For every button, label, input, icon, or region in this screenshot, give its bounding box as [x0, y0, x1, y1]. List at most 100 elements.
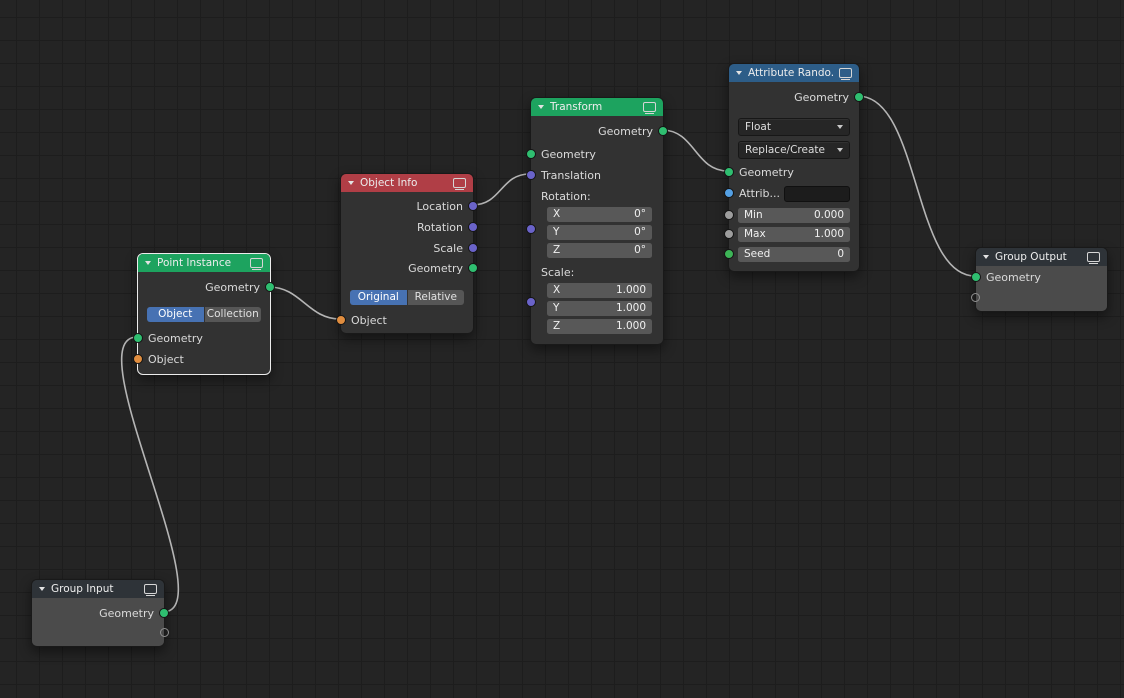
socket-scale-input[interactable]	[526, 297, 536, 307]
display-toggle-icon[interactable]	[453, 178, 466, 188]
socket-attribute-input[interactable]	[724, 188, 734, 198]
max-label: Max	[744, 229, 766, 240]
node-header-attribute-randomize[interactable]: Attribute Rando...	[729, 64, 859, 82]
node-header-group-output[interactable]: Group Output	[976, 248, 1107, 266]
attribute-name-input[interactable]	[784, 186, 850, 202]
seed-field[interactable]: Seed 0	[738, 247, 850, 262]
collection-toggle-button[interactable]: Collection	[205, 307, 262, 322]
node-editor-canvas[interactable]: Group Input Geometry Point Instance Geom…	[0, 0, 1124, 698]
max-field[interactable]: Max 1.000	[738, 227, 850, 242]
display-toggle-icon[interactable]	[144, 584, 157, 594]
axis-label: Z	[553, 321, 560, 332]
socket-min-input[interactable]	[724, 210, 734, 220]
input-label-geometry: Geometry	[986, 272, 1041, 283]
node-group-output[interactable]: Group Output Geometry	[975, 247, 1108, 312]
input-row-geometry: Geometry	[148, 331, 260, 345]
display-toggle-icon[interactable]	[250, 258, 263, 268]
input-row-geometry: Geometry	[739, 165, 849, 179]
output-label-rotation: Rotation	[417, 222, 463, 233]
socket-rotation-output[interactable]	[468, 222, 478, 232]
relative-toggle-button[interactable]: Relative	[408, 290, 465, 305]
display-toggle-icon[interactable]	[1087, 252, 1100, 262]
socket-location-output[interactable]	[468, 201, 478, 211]
socket-scale-output[interactable]	[468, 243, 478, 253]
scale-x-field[interactable]: X 1.000	[547, 283, 652, 298]
seed-value: 0	[837, 249, 844, 260]
socket-translation-input[interactable]	[526, 170, 536, 180]
socket-geometry-output[interactable]	[854, 92, 864, 102]
socket-geometry-input[interactable]	[133, 333, 143, 343]
collapse-icon[interactable]	[145, 261, 151, 265]
dropdown-value: Float	[745, 122, 771, 133]
rotation-x-field[interactable]: X 0°	[547, 207, 652, 222]
socket-rotation-input[interactable]	[526, 224, 536, 234]
min-field[interactable]: Min 0.000	[738, 208, 850, 223]
output-label-geometry: Geometry	[408, 263, 463, 274]
socket-object-input[interactable]	[336, 315, 346, 325]
socket-geometry-input[interactable]	[526, 149, 536, 159]
collapse-icon[interactable]	[736, 71, 742, 75]
input-label-geometry: Geometry	[739, 167, 794, 178]
socket-geometry-output[interactable]	[658, 126, 668, 136]
node-object-info[interactable]: Object Info Location Rotation Scale Geom…	[340, 173, 474, 334]
node-header-group-input[interactable]: Group Input	[32, 580, 164, 598]
wire-pointinstance-to-objectinfo-object	[269, 287, 340, 319]
socket-geometry-input[interactable]	[724, 167, 734, 177]
socket-virtual-output[interactable]	[160, 628, 169, 637]
rotation-z-field[interactable]: Z 0°	[547, 243, 652, 258]
wire-groupinput-to-pointinstance	[122, 337, 179, 612]
wire-objectinfo-location-to-transform-translation	[472, 174, 530, 205]
socket-geometry-output[interactable]	[159, 608, 169, 618]
rotation-y-value: 0°	[634, 227, 646, 238]
axis-label: X	[553, 285, 560, 296]
axis-label: X	[553, 209, 560, 220]
collapse-icon[interactable]	[348, 181, 354, 185]
socket-max-input[interactable]	[724, 229, 734, 239]
object-toggle-button[interactable]: Object	[147, 307, 204, 322]
wire-attribute-to-groupoutput-geometry	[858, 96, 975, 276]
collapse-icon[interactable]	[983, 255, 989, 259]
axis-label: Y	[553, 227, 559, 238]
node-header-point-instance[interactable]: Point Instance	[138, 254, 270, 272]
input-row-geometry: Geometry	[986, 270, 1097, 284]
rotation-y-field[interactable]: Y 0°	[547, 225, 652, 240]
instance-type-toggle: Object Collection	[147, 307, 261, 322]
collapse-icon[interactable]	[538, 105, 544, 109]
data-type-dropdown[interactable]: Float	[738, 118, 850, 136]
node-header-transform[interactable]: Transform	[531, 98, 663, 116]
node-title: Object Info	[360, 178, 417, 189]
scale-x-value: 1.000	[616, 285, 646, 296]
output-label-geometry: Geometry	[794, 92, 849, 103]
display-toggle-icon[interactable]	[643, 102, 656, 112]
scale-y-field[interactable]: Y 1.000	[547, 301, 652, 316]
output-row-geometry: Geometry	[148, 280, 260, 294]
output-row-geometry: Geometry	[351, 261, 463, 275]
display-toggle-icon[interactable]	[839, 68, 852, 78]
socket-virtual-input[interactable]	[971, 293, 980, 302]
node-header-object-info[interactable]: Object Info	[341, 174, 473, 192]
socket-geometry-output[interactable]	[265, 282, 275, 292]
scale-z-field[interactable]: Z 1.000	[547, 319, 652, 334]
output-row-rotation: Rotation	[351, 220, 463, 234]
node-group-input[interactable]: Group Input Geometry	[31, 579, 165, 647]
rotation-x-value: 0°	[634, 209, 646, 220]
scale-section-label: Scale:	[541, 265, 574, 279]
node-title: Point Instance	[157, 258, 231, 269]
socket-geometry-output[interactable]	[468, 263, 478, 273]
max-value: 1.000	[814, 229, 844, 240]
node-point-instance[interactable]: Point Instance Geometry Object Collectio…	[137, 253, 271, 375]
output-label-geometry: Geometry	[99, 608, 154, 619]
node-attribute-randomize[interactable]: Attribute Rando... Geometry Float Replac…	[728, 63, 860, 272]
scale-z-value: 1.000	[616, 321, 646, 332]
output-row-geometry: Geometry	[42, 606, 154, 620]
socket-geometry-input[interactable]	[971, 272, 981, 282]
output-label-scale: Scale	[433, 243, 463, 254]
collapse-icon[interactable]	[39, 587, 45, 591]
operation-mode-dropdown[interactable]: Replace/Create	[738, 141, 850, 159]
node-transform[interactable]: Transform Geometry Geometry Translation …	[530, 97, 664, 345]
socket-seed-input[interactable]	[724, 249, 734, 259]
output-row-location: Location	[351, 199, 463, 213]
original-toggle-button[interactable]: Original	[350, 290, 407, 305]
socket-object-input[interactable]	[133, 354, 143, 364]
rotation-label-text: Rotation:	[541, 191, 591, 202]
